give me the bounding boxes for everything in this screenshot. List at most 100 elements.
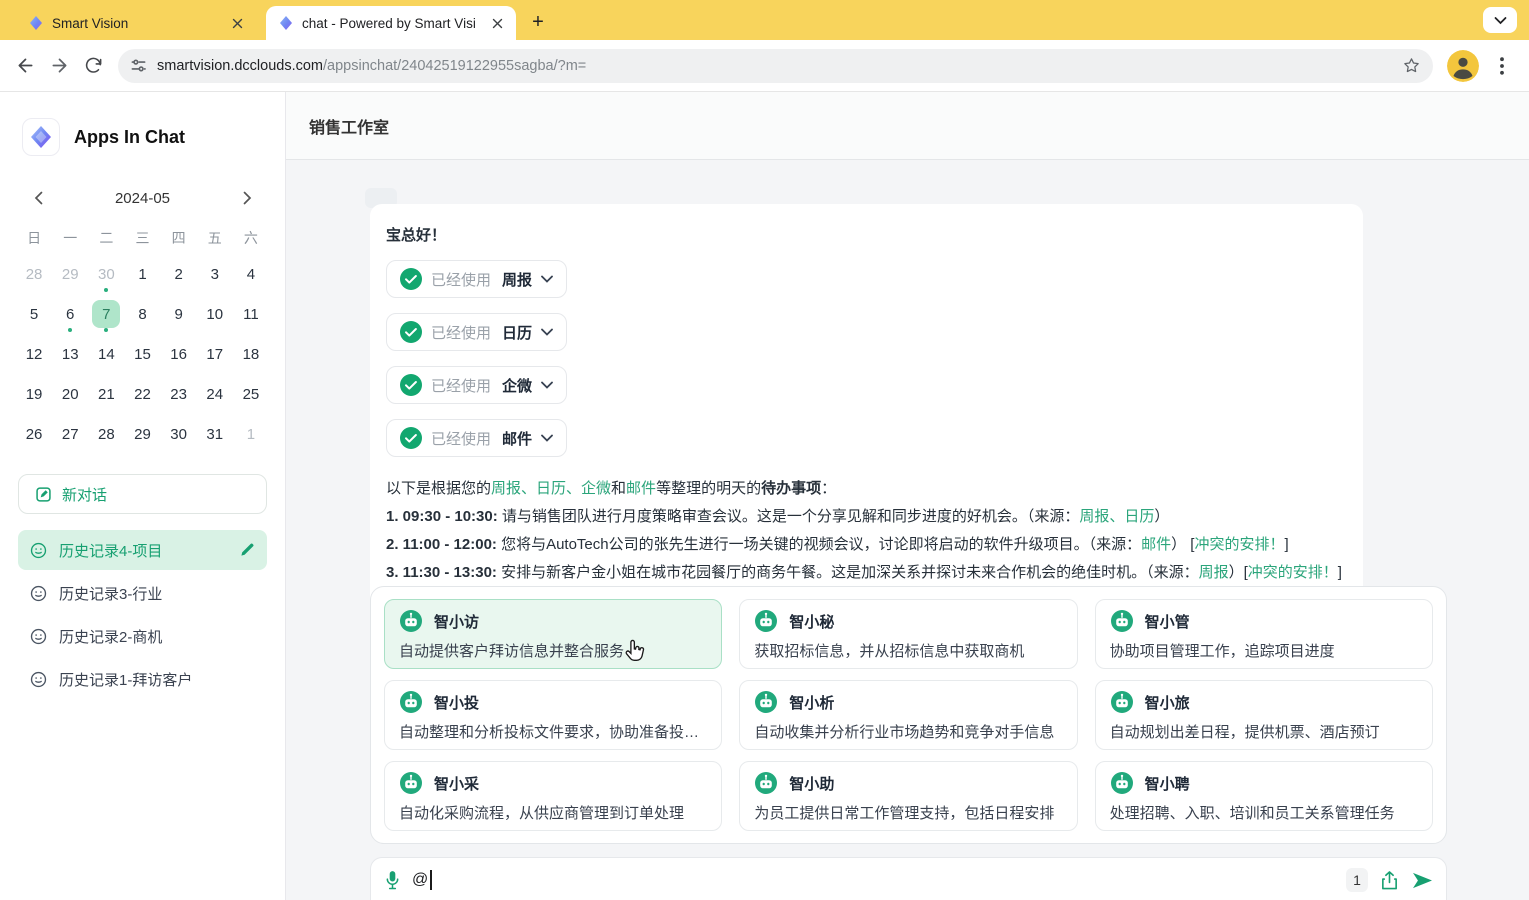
app-title: Apps In Chat: [74, 127, 185, 148]
agent-card[interactable]: 智小访自动提供客户拜访信息并整合服务: [384, 599, 722, 669]
calendar-day[interactable]: 28: [88, 414, 124, 454]
forward-icon[interactable]: [42, 49, 76, 83]
inline-link[interactable]: 邮件: [626, 480, 656, 497]
back-icon[interactable]: [8, 49, 42, 83]
calendar-day[interactable]: 13: [52, 334, 88, 374]
agent-card[interactable]: 智小投自动整理和分析投标文件要求，协助准备投标...: [384, 680, 722, 750]
text-segment: 请与销售团队进行月度策略审查会议。这是一个分享见解和同步进度的好机会。（来源：: [498, 508, 1080, 525]
day-number: 25: [237, 380, 265, 408]
calendar-day[interactable]: 16: [161, 334, 197, 374]
calendar-day[interactable]: 26: [16, 414, 52, 454]
calendar-day[interactable]: 28: [16, 254, 52, 294]
calendar-day[interactable]: 1: [124, 254, 160, 294]
calendar-day[interactable]: 12: [16, 334, 52, 374]
agent-card[interactable]: 智小聘处理招聘、入职、培训和员工关系管理任务: [1095, 761, 1433, 831]
calendar-day[interactable]: 10: [197, 294, 233, 334]
url-bar[interactable]: smartvision.dcclouds.com/appsinchat/2404…: [118, 49, 1433, 83]
calendar-day[interactable]: 3: [197, 254, 233, 294]
share-icon[interactable]: [1380, 870, 1399, 891]
used-tool-chip[interactable]: 已经使用日历: [386, 313, 567, 351]
agent-description: 自动规划出差日程，提供机票、酒店预订: [1110, 721, 1418, 742]
calendar-day[interactable]: 21: [88, 374, 124, 414]
agent-card[interactable]: 智小助为员工提供日常工作管理支持，包括日程安排: [739, 761, 1077, 831]
calendar-day[interactable]: 2: [161, 254, 197, 294]
inline-link[interactable]: 邮件: [1141, 536, 1171, 553]
message-input[interactable]: @: [412, 858, 1334, 900]
calendar-day[interactable]: 18: [233, 334, 269, 374]
calendar-day[interactable]: 30: [88, 254, 124, 294]
new-tab-button[interactable]: +: [524, 8, 552, 36]
main-area: 销售工作室 宝总好！ 已经使用周报已经使用日历已经使用企微已经使用邮件 以下是根…: [286, 92, 1529, 900]
microphone-icon[interactable]: [385, 870, 400, 891]
calendar-day[interactable]: 22: [124, 374, 160, 414]
calendar-day[interactable]: 30: [161, 414, 197, 454]
calendar-day[interactable]: 15: [124, 334, 160, 374]
used-tool-chip[interactable]: 已经使用周报: [386, 260, 567, 298]
inline-link[interactable]: 周报、日历: [1079, 508, 1154, 525]
chevron-down-icon[interactable]: [541, 381, 553, 389]
agent-card[interactable]: 智小析自动收集并分析行业市场趋势和竞争对手信息: [739, 680, 1077, 750]
day-number: 29: [128, 420, 156, 448]
day-number: 6: [56, 300, 84, 328]
calendar-day[interactable]: 24: [197, 374, 233, 414]
reload-icon[interactable]: [76, 49, 110, 83]
calendar-day[interactable]: 23: [161, 374, 197, 414]
inline-link[interactable]: 冲突的安排！: [1248, 564, 1338, 581]
inline-link[interactable]: 冲突的安排！: [1194, 536, 1284, 553]
calendar-day[interactable]: 4: [233, 254, 269, 294]
day-number: 1: [237, 420, 265, 448]
weekday-label: 六: [233, 228, 269, 248]
day-number: 17: [201, 340, 229, 368]
calendar-day[interactable]: 29: [52, 254, 88, 294]
send-icon[interactable]: [1411, 871, 1434, 890]
inline-link[interactable]: 周报: [1199, 564, 1229, 581]
tab-close-icon[interactable]: [228, 14, 246, 32]
chevron-down-icon[interactable]: [541, 434, 553, 442]
tab-search-button[interactable]: [1483, 7, 1517, 33]
calendar-day[interactable]: 29: [124, 414, 160, 454]
chevron-down-icon[interactable]: [541, 275, 553, 283]
calendar-day[interactable]: 27: [52, 414, 88, 454]
new-chat-button[interactable]: 新对话: [18, 474, 267, 514]
history-item[interactable]: 历史记录2-商机: [18, 616, 267, 656]
calendar-day[interactable]: 6: [52, 294, 88, 334]
history-item[interactable]: 历史记录3-行业: [18, 573, 267, 613]
agent-card[interactable]: 智小采自动化采购流程，从供应商管理到订单处理: [384, 761, 722, 831]
browser-menu-icon[interactable]: [1485, 49, 1519, 83]
history-item[interactable]: 历史记录4-项目: [18, 530, 267, 570]
calendar-prev-icon[interactable]: [26, 186, 50, 210]
used-tool-chip[interactable]: 已经使用企微: [386, 366, 567, 404]
calendar-day[interactable]: 5: [16, 294, 52, 334]
tab-chat-active[interactable]: chat - Powered by Smart Visi: [266, 6, 516, 40]
history-item[interactable]: 历史记录1-拜访客户: [18, 659, 267, 699]
calendar-day[interactable]: 20: [52, 374, 88, 414]
tab-smart-vision[interactable]: Smart Vision: [16, 6, 256, 40]
calendar-day[interactable]: 17: [197, 334, 233, 374]
used-tool-chip[interactable]: 已经使用邮件: [386, 419, 567, 457]
calendar-day[interactable]: 9: [161, 294, 197, 334]
new-chat-icon: [35, 486, 52, 503]
calendar-next-icon[interactable]: [235, 186, 259, 210]
inline-link[interactable]: 周报、日历、企微: [491, 480, 611, 497]
calendar-day[interactable]: 25: [233, 374, 269, 414]
tab-close-icon[interactable]: [488, 14, 506, 32]
weekday-label: 二: [88, 228, 124, 248]
edit-pencil-icon[interactable]: [239, 542, 255, 558]
chevron-down-icon[interactable]: [541, 328, 553, 336]
bookmark-star-icon[interactable]: [1402, 56, 1421, 75]
agent-name: 智小析: [789, 692, 834, 713]
calendar-day[interactable]: 11: [233, 294, 269, 334]
calendar-day[interactable]: 8: [124, 294, 160, 334]
text-segment: 等整理的明天的: [656, 480, 761, 497]
profile-avatar[interactable]: [1447, 50, 1479, 82]
agent-card[interactable]: 智小秘获取招标信息，并从招标信息中获取商机: [739, 599, 1077, 669]
todo-item: 1. 09:30 - 10:30: 请与销售团队进行月度策略审查会议。这是一个分…: [386, 503, 1347, 531]
calendar-day[interactable]: 1: [233, 414, 269, 454]
calendar-day[interactable]: 14: [88, 334, 124, 374]
site-info-icon[interactable]: [130, 57, 147, 74]
agent-card[interactable]: 智小管协助项目管理工作，追踪项目进度: [1095, 599, 1433, 669]
agent-card[interactable]: 智小旅自动规划出差日程，提供机票、酒店预订: [1095, 680, 1433, 750]
calendar-day[interactable]: 31: [197, 414, 233, 454]
calendar-day[interactable]: 7: [88, 294, 124, 334]
calendar-day[interactable]: 19: [16, 374, 52, 414]
